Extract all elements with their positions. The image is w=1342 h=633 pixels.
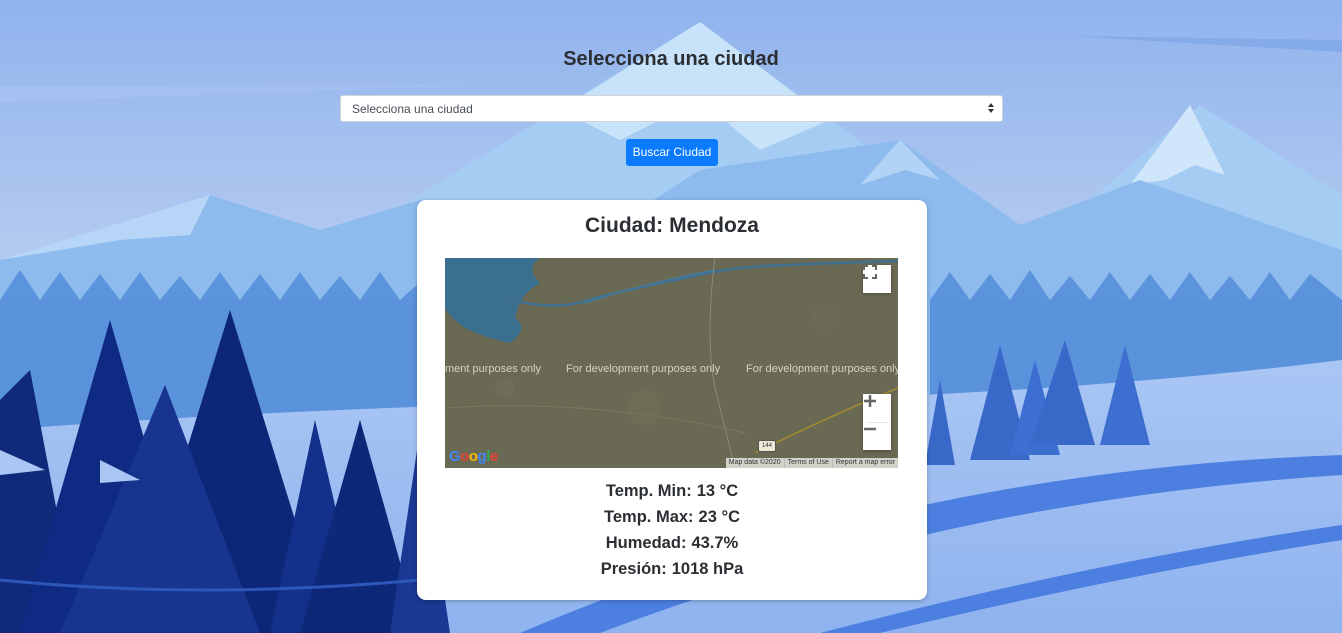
- stat-value: 1018 hPa: [671, 560, 744, 578]
- route-shield: 144: [758, 440, 776, 452]
- city-name: Mendoza: [669, 214, 759, 237]
- page-content: Selecciona una ciudad Selecciona una ciu…: [0, 0, 1342, 633]
- search-city-button[interactable]: Buscar Ciudad: [626, 139, 718, 166]
- weather-card: Ciudad: Mendoza ment purposes only For de…: [417, 200, 927, 600]
- humidity: Humedad: 43.7%: [417, 534, 927, 553]
- zoom-controls: [863, 394, 891, 450]
- stat-value: 23 °C: [698, 508, 740, 526]
- dev-watermark: For development purposes only: [566, 363, 721, 375]
- page-title: Selecciona una ciudad: [563, 48, 779, 70]
- stat-label: Temp. Min:: [605, 482, 692, 500]
- google-logo: Google: [449, 448, 498, 465]
- sort-arrows-icon: [988, 103, 994, 113]
- dev-watermark: For development purposes only: [746, 363, 898, 375]
- stat-label: Presión:: [600, 560, 667, 578]
- zoom-out-button[interactable]: [863, 422, 891, 450]
- fullscreen-button[interactable]: [863, 265, 891, 293]
- minus-icon: [864, 427, 876, 431]
- city-select[interactable]: Selecciona una ciudad: [340, 95, 1003, 122]
- terms-of-use-link[interactable]: Terms of Use: [783, 458, 832, 468]
- city-map[interactable]: ment purposes only For development purpo…: [445, 258, 898, 468]
- city-heading: Ciudad: Mendoza: [417, 214, 927, 238]
- zoom-in-button[interactable]: [863, 394, 891, 422]
- report-map-error-link[interactable]: Report a map error: [831, 458, 898, 468]
- stat-value: 13 °C: [696, 482, 739, 500]
- stat-label: Temp. Max:: [604, 508, 694, 526]
- temp-max: Temp. Max: 23 °C: [417, 508, 927, 527]
- dev-watermark: ment purposes only: [445, 363, 541, 375]
- plus-icon: [864, 395, 876, 407]
- stat-label: Humedad:: [605, 534, 687, 552]
- fullscreen-icon: [863, 265, 877, 279]
- stat-value: 43.7%: [691, 534, 739, 552]
- map-attribution: Map data ©2020 Terms of Use Report a map…: [725, 458, 898, 468]
- temp-min: Temp. Min: 13 °C: [417, 482, 927, 501]
- pressure: Presión: 1018 hPa: [417, 560, 927, 579]
- map-data-credit: Map data ©2020: [728, 459, 781, 466]
- city-label: Ciudad:: [585, 214, 664, 237]
- city-select-value: Selecciona una ciudad: [352, 102, 473, 116]
